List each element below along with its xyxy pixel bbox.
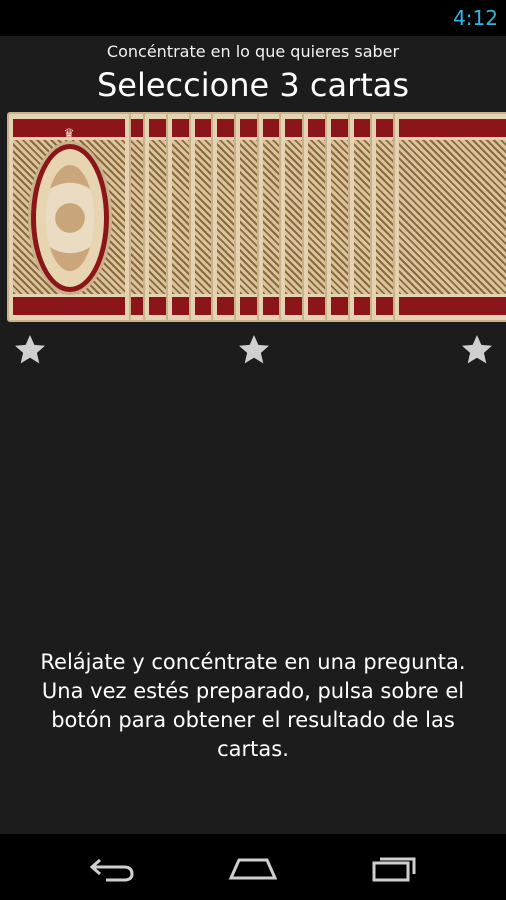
- subtitle: Concéntrate en lo que quieres saber: [106, 42, 400, 61]
- selection-star-3: [459, 332, 495, 368]
- tarot-card[interactable]: ♛: [7, 112, 131, 322]
- back-button[interactable]: [84, 850, 140, 884]
- page-title: Seleccione 3 cartas: [96, 66, 410, 104]
- recent-apps-button[interactable]: [366, 850, 422, 884]
- home-button[interactable]: [225, 850, 281, 884]
- status-bar: 4:12: [0, 0, 506, 36]
- star-icon: [15, 335, 45, 364]
- app-screen: Concéntrate en lo que quieres saber Sele…: [0, 36, 506, 834]
- back-icon: [89, 858, 134, 882]
- card-deck: ♛: [7, 112, 506, 322]
- tarot-card[interactable]: [392, 112, 506, 322]
- home-icon: [228, 858, 278, 880]
- star-icon: [239, 335, 269, 364]
- status-time: 4:12: [453, 6, 498, 30]
- star-icon: [462, 335, 492, 364]
- selection-star-2: [236, 332, 272, 368]
- navigation-bar: [0, 834, 506, 900]
- instructions-text: Relájate y concéntrate en una pregunta. …: [40, 650, 466, 761]
- recent-apps-icon: [372, 857, 416, 882]
- card-medallion: [31, 144, 109, 292]
- selection-star-1: [12, 332, 48, 368]
